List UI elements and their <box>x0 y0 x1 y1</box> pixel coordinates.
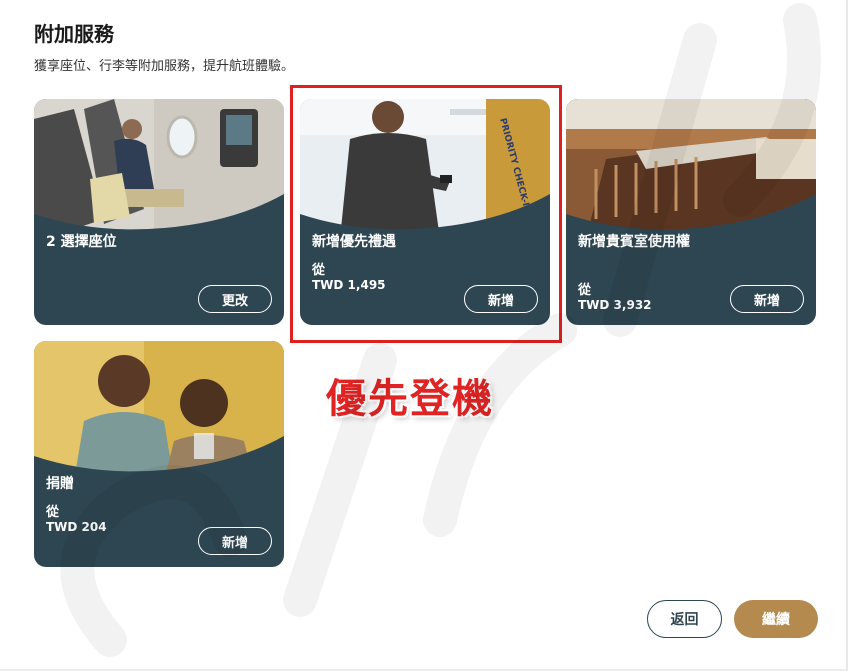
highlight-box <box>290 85 562 343</box>
back-button[interactable]: 返回 <box>647 600 722 638</box>
seat-selection-card[interactable]: 2 選擇座位 更改 <box>34 99 284 325</box>
card-title: 新增貴賓室使用權 <box>578 234 690 250</box>
page-subtitle: 獲享座位、行李等附加服務，提升航班體驗。 <box>34 59 295 74</box>
card-title: 2 選擇座位 <box>46 234 117 250</box>
lounge-access-card[interactable]: 新增貴賓室使用權 從 TWD 3,932 新增 <box>566 99 816 325</box>
add-lounge-button[interactable]: 新增 <box>730 285 804 313</box>
page-title: 附加服務 <box>34 22 114 46</box>
annotation-label: 優先登機 <box>326 376 494 422</box>
price-value: TWD 3,932 <box>578 298 652 312</box>
card-title: 捐贈 <box>46 476 74 492</box>
price-from-label: 從 <box>578 283 592 298</box>
change-seat-button[interactable]: 更改 <box>198 285 272 313</box>
price-value: TWD 204 <box>46 520 107 534</box>
price-from-label: 從 <box>46 505 60 520</box>
donation-card[interactable]: 捐贈 從 TWD 204 新增 <box>34 341 284 567</box>
add-donation-button[interactable]: 新增 <box>198 527 272 555</box>
continue-button[interactable]: 繼續 <box>734 600 818 638</box>
